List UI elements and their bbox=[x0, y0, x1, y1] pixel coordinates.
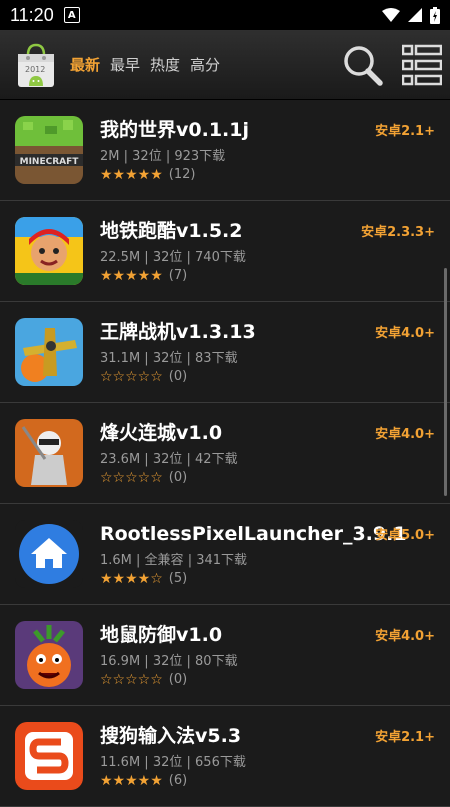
app-list-item[interactable]: 地鼠防御v1.0 16.9M | 32位 | 80下载 ☆☆☆☆☆ (0) 安卓… bbox=[0, 605, 450, 706]
tab-oldest[interactable]: 最早 bbox=[110, 54, 140, 75]
android-requirement: 安卓4.0+ bbox=[375, 326, 435, 341]
rating-stars: ☆☆☆☆☆ bbox=[100, 671, 163, 688]
rating-stars: ☆☆☆☆☆ bbox=[100, 469, 163, 486]
rating-count: (12) bbox=[168, 167, 196, 182]
app-arch: 32位 bbox=[152, 653, 183, 669]
android-requirement: 安卓5.0+ bbox=[375, 528, 435, 543]
app-list: MINECRAFT 我的世界v0.1.1j 2M | 32位 | 923下载 ★… bbox=[0, 100, 450, 807]
app-meta: 1.6M | 全兼容 | 341下载 bbox=[100, 552, 248, 568]
app-rating: ★★★★☆ (5) bbox=[100, 571, 450, 587]
status-time: 11:20 bbox=[10, 4, 54, 25]
app-size: 22.5M bbox=[100, 249, 141, 265]
rating-stars: ★★★★★ bbox=[100, 772, 163, 789]
tab-top-rated[interactable]: 高分 bbox=[190, 54, 220, 75]
home-launcher-icon bbox=[15, 520, 83, 588]
wifi-icon bbox=[382, 8, 400, 22]
rating-count: (0) bbox=[168, 369, 188, 384]
rating-count: (5) bbox=[168, 571, 188, 586]
app-size: 16.9M bbox=[100, 653, 141, 669]
rating-stars: ☆☆☆☆☆ bbox=[100, 368, 163, 385]
signal-icon bbox=[408, 8, 422, 22]
app-meta: 31.1M | 32位 | 83下载 bbox=[100, 350, 238, 366]
app-downloads: 341下载 bbox=[196, 552, 248, 568]
android-requirement: 安卓2.1+ bbox=[375, 730, 435, 745]
search-icon[interactable] bbox=[342, 44, 384, 86]
sort-tabs: 最新 最早 热度 高分 bbox=[70, 54, 220, 75]
app-store-logo-icon: 2012 bbox=[14, 41, 58, 89]
app-rating: ★★★★★ (7) bbox=[100, 268, 450, 284]
app-rating: ☆☆☆☆☆ (0) bbox=[100, 672, 450, 688]
app-arch: 32位 bbox=[152, 451, 183, 467]
app-list-item[interactable]: RootlessPixelLauncher_3.9.1 1.6M | 全兼容 |… bbox=[0, 504, 450, 605]
app-downloads: 83下载 bbox=[195, 350, 238, 366]
app-list-item[interactable]: 王牌战机v1.3.13 31.1M | 32位 | 83下载 ☆☆☆☆☆ (0)… bbox=[0, 302, 450, 403]
sogou-icon bbox=[15, 722, 83, 790]
app-downloads: 740下载 bbox=[195, 249, 246, 265]
app-arch: 32位 bbox=[152, 350, 183, 366]
rating-count: (0) bbox=[168, 672, 188, 687]
app-meta: 22.5M | 32位 | 740下载 bbox=[100, 249, 246, 265]
android-requirement: 安卓4.0+ bbox=[375, 427, 435, 442]
app-size: 31.1M bbox=[100, 350, 141, 366]
minecraft-icon: MINECRAFT bbox=[15, 116, 83, 184]
app-downloads: 923下载 bbox=[174, 148, 226, 164]
app-size: 2M bbox=[100, 148, 120, 164]
app-size: 1.6M bbox=[100, 552, 132, 568]
app-meta: 11.6M | 32位 | 656下载 bbox=[100, 754, 246, 770]
app-arch: 全兼容 bbox=[144, 552, 184, 568]
app-downloads: 80下载 bbox=[195, 653, 238, 669]
app-size: 11.6M bbox=[100, 754, 141, 770]
app-arch: 32位 bbox=[152, 249, 183, 265]
app-downloads: 656下载 bbox=[195, 754, 246, 770]
app-rating: ★★★★★ (6) bbox=[100, 773, 450, 789]
app-list-item[interactable]: MINECRAFT 我的世界v0.1.1j 2M | 32位 | 923下载 ★… bbox=[0, 100, 450, 201]
fighter-plane-icon bbox=[15, 318, 83, 386]
android-requirement: 安卓2.3.3+ bbox=[361, 225, 435, 240]
rating-count: (6) bbox=[168, 773, 188, 788]
app-size: 23.6M bbox=[100, 451, 141, 467]
notification-icon: A bbox=[63, 7, 80, 23]
android-requirement: 安卓4.0+ bbox=[375, 629, 435, 644]
battery-icon bbox=[430, 6, 440, 24]
subway-surfers-icon bbox=[15, 217, 83, 285]
rating-count: (7) bbox=[168, 268, 188, 283]
rating-stars: ★★★★☆ bbox=[100, 570, 163, 587]
scrollbar[interactable] bbox=[444, 268, 447, 496]
top-toolbar: 2012 最新 最早 热度 高分 bbox=[0, 30, 450, 100]
status-bar: 11:20 A bbox=[0, 0, 450, 30]
app-rating: ★★★★★ (12) bbox=[100, 167, 450, 183]
rating-count: (0) bbox=[168, 470, 188, 485]
app-meta: 23.6M | 32位 | 42下载 bbox=[100, 451, 238, 467]
app-list-item[interactable]: 搜狗输入法v5.3 11.6M | 32位 | 656下载 ★★★★★ (6) … bbox=[0, 706, 450, 807]
app-list-item[interactable]: 地铁跑酷v1.5.2 22.5M | 32位 | 740下载 ★★★★★ (7)… bbox=[0, 201, 450, 302]
app-meta: 16.9M | 32位 | 80下载 bbox=[100, 653, 238, 669]
ninja-icon bbox=[15, 419, 83, 487]
app-list-item[interactable]: 烽火连城v1.0 23.6M | 32位 | 42下载 ☆☆☆☆☆ (0) 安卓… bbox=[0, 403, 450, 504]
tab-newest[interactable]: 最新 bbox=[70, 54, 100, 75]
rating-stars: ★★★★★ bbox=[100, 267, 163, 284]
svg-text:MINECRAFT: MINECRAFT bbox=[20, 157, 80, 167]
list-menu-icon[interactable] bbox=[402, 44, 442, 86]
app-rating: ☆☆☆☆☆ (0) bbox=[100, 369, 450, 385]
app-arch: 32位 bbox=[152, 754, 183, 770]
app-rating: ☆☆☆☆☆ (0) bbox=[100, 470, 450, 486]
app-downloads: 42下载 bbox=[195, 451, 238, 467]
rating-stars: ★★★★★ bbox=[100, 166, 163, 183]
app-arch: 32位 bbox=[132, 148, 162, 164]
carrot-monster-icon bbox=[15, 621, 83, 689]
android-requirement: 安卓2.1+ bbox=[375, 124, 435, 139]
tab-popular[interactable]: 热度 bbox=[150, 54, 180, 75]
app-meta: 2M | 32位 | 923下载 bbox=[100, 148, 226, 164]
